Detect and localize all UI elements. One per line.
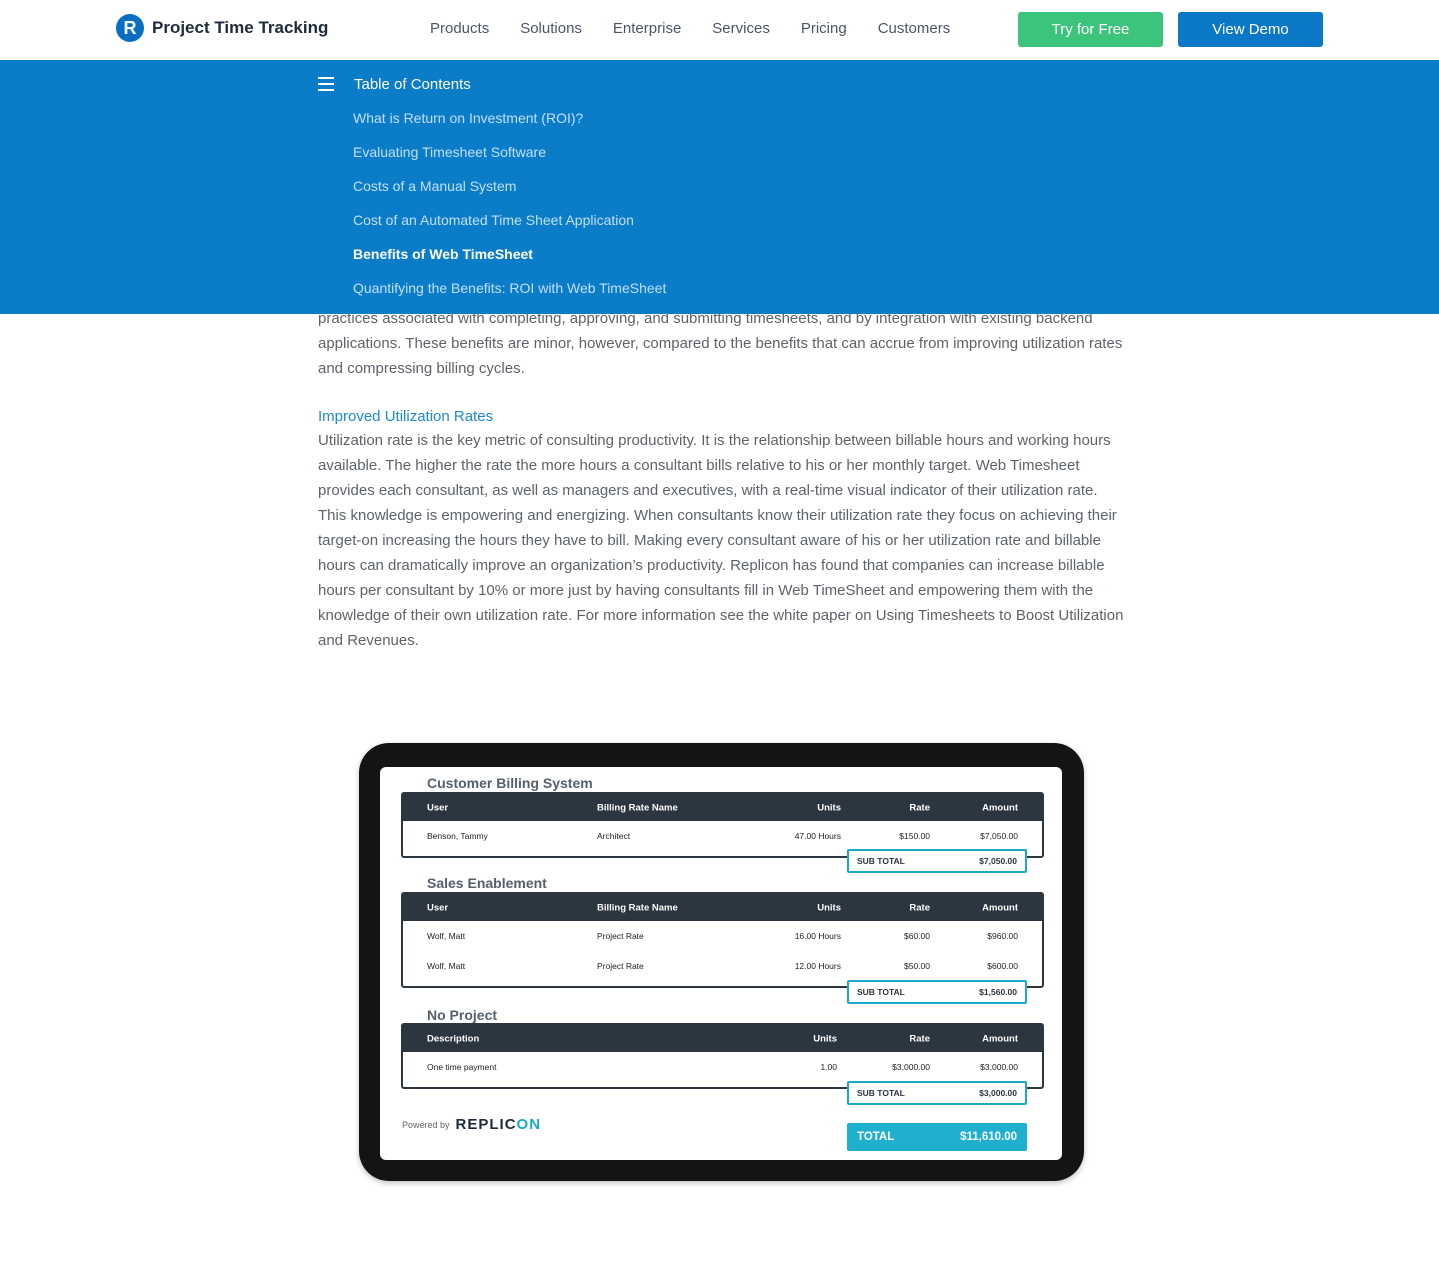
toc-item-benefits[interactable]: Benefits of Web TimeSheet xyxy=(353,245,666,279)
nav-solutions[interactable]: Solutions xyxy=(520,20,582,37)
nav-products[interactable]: Products xyxy=(430,20,489,37)
tablet-illustration: Customer Billing System User Billing Rat… xyxy=(359,743,1084,1181)
cell-units: 1.00 xyxy=(820,1062,837,1072)
table-header: Description Units Rate Amount xyxy=(403,1025,1042,1052)
view-demo-button[interactable]: View Demo xyxy=(1178,12,1323,47)
replicon-logo-main: REPLIC xyxy=(455,1116,517,1133)
subtotal-value: $7,050.00 xyxy=(979,856,1017,866)
cell-rate-name: Architect xyxy=(597,831,631,841)
cell-description: One time payment xyxy=(427,1062,497,1072)
section-title: Sales Enablement xyxy=(427,875,547,891)
subtotal-label: SUB TOTAL xyxy=(857,856,905,866)
toc-item-roi[interactable]: What is Return on Investment (ROI)? xyxy=(353,109,666,143)
table-header: User Billing Rate Name Units Rate Amount xyxy=(403,794,1042,821)
cell-rate: $150.00 xyxy=(899,831,930,841)
intro-paragraph: practices associated with completing, ap… xyxy=(318,310,1123,377)
cell-units: 16.00 Hours xyxy=(794,931,841,941)
col-header: Rate xyxy=(909,902,930,913)
billing-table: User Billing Rate Name Units Rate Amount… xyxy=(401,892,1044,988)
cell-rate-name: Project Rate xyxy=(597,961,644,971)
cell-rate: $50.00 xyxy=(904,961,930,971)
site-header: R Project Time Tracking Products Solutio… xyxy=(0,0,1439,60)
cell-rate-name: Project Rate xyxy=(597,931,644,941)
subtotal-label: SUB TOTAL xyxy=(857,1088,905,1098)
hamburger-menu-icon[interactable] xyxy=(318,77,334,91)
toc-item-manual-costs[interactable]: Costs of a Manual System xyxy=(353,177,666,211)
table-row: One time payment 1.00 $3,000.00 $3,000.0… xyxy=(403,1052,1042,1082)
nav-services[interactable]: Services xyxy=(712,20,770,37)
try-for-free-button[interactable]: Try for Free xyxy=(1018,12,1163,47)
col-header: Amount xyxy=(982,802,1018,813)
replicon-logo: REPLICON xyxy=(456,1116,542,1133)
col-header: Amount xyxy=(982,1033,1018,1044)
total-box: TOTAL $11,610.00 xyxy=(847,1123,1027,1151)
table-row: Wolf, Matt Project Rate 12.00 Hours $50.… xyxy=(403,951,1042,981)
subtotal-value: $1,560.00 xyxy=(979,987,1017,997)
table-header: User Billing Rate Name Units Rate Amount xyxy=(403,894,1042,921)
article-body: practices associated with completing, ap… xyxy=(318,306,1128,653)
cell-user: Wolf, Matt xyxy=(427,931,466,941)
cell-amount: $3,000.00 xyxy=(980,1062,1018,1072)
toc-item-quantifying[interactable]: Quantifying the Benefits: ROI with Web T… xyxy=(353,279,666,313)
col-header: User xyxy=(427,902,449,913)
nav-customers[interactable]: Customers xyxy=(878,20,951,37)
col-header: Rate xyxy=(909,1033,930,1044)
utilization-paragraph: Utilization rate is the key metric of co… xyxy=(318,432,1124,649)
table-of-contents: Table of Contents What is Return on Inve… xyxy=(0,60,1439,314)
section-title: No Project xyxy=(427,1007,498,1023)
col-header: Units xyxy=(813,1033,837,1044)
toc-item-evaluating[interactable]: Evaluating Timesheet Software xyxy=(353,143,666,177)
cell-amount: $600.00 xyxy=(987,961,1018,971)
powered-by-replicon: Powered by REPLICON xyxy=(402,1116,541,1133)
nav-enterprise[interactable]: Enterprise xyxy=(613,20,681,37)
logo-icon: R xyxy=(116,14,144,42)
cell-units: 47.00 Hours xyxy=(794,831,841,841)
col-header: Rate xyxy=(909,802,930,813)
col-header: Amount xyxy=(982,902,1018,913)
replicon-logo-accent: ON xyxy=(516,1116,542,1133)
col-header: Description xyxy=(427,1033,480,1044)
toc-list: What is Return on Investment (ROI)? Eval… xyxy=(353,109,666,313)
table-row: Wolf, Matt Project Rate 16.00 Hours $60.… xyxy=(403,921,1042,951)
brand-name: Project Time Tracking xyxy=(152,18,329,37)
subtotal-value: $3,000.00 xyxy=(979,1088,1017,1098)
subtotal-box: SUB TOTAL $7,050.00 xyxy=(847,849,1027,873)
billing-screen: Customer Billing System User Billing Rat… xyxy=(380,767,1062,1160)
main-nav: Products Solutions Enterprise Services P… xyxy=(430,20,981,37)
col-header: User xyxy=(427,802,449,813)
cell-amount: $960.00 xyxy=(987,931,1018,941)
toc-title[interactable]: Table of Contents xyxy=(354,76,471,93)
section-heading: Improved Utilization Rates xyxy=(318,408,494,425)
powered-by-label: Powered by xyxy=(402,1119,450,1130)
cell-rate: $60.00 xyxy=(904,931,930,941)
cell-user: Benson, Tammy xyxy=(427,831,488,841)
cell-amount: $7,050.00 xyxy=(980,831,1018,841)
cell-rate: $3,000.00 xyxy=(892,1062,930,1072)
subtotal-label: SUB TOTAL xyxy=(857,987,905,997)
total-label: TOTAL xyxy=(857,1131,895,1143)
table-row: Benson, Tammy Architect 47.00 Hours $150… xyxy=(403,821,1042,851)
col-header: Units xyxy=(817,802,841,813)
section-title: Customer Billing System xyxy=(427,775,593,791)
cell-user: Wolf, Matt xyxy=(427,961,466,971)
cell-units: 12.00 Hours xyxy=(794,961,841,971)
toc-item-automated-costs[interactable]: Cost of an Automated Time Sheet Applicat… xyxy=(353,211,666,245)
col-header: Units xyxy=(817,902,841,913)
subtotal-box: SUB TOTAL $3,000.00 xyxy=(847,1081,1027,1105)
col-header: Billing Rate Name xyxy=(597,802,678,813)
billing-table: Description Units Rate Amount One time p… xyxy=(401,1023,1044,1089)
subtotal-box: SUB TOTAL $1,560.00 xyxy=(847,980,1027,1004)
logo[interactable]: R Project Time Tracking xyxy=(116,14,328,42)
total-value: $11,610.00 xyxy=(960,1131,1017,1143)
nav-pricing[interactable]: Pricing xyxy=(801,20,847,37)
col-header: Billing Rate Name xyxy=(597,902,678,913)
